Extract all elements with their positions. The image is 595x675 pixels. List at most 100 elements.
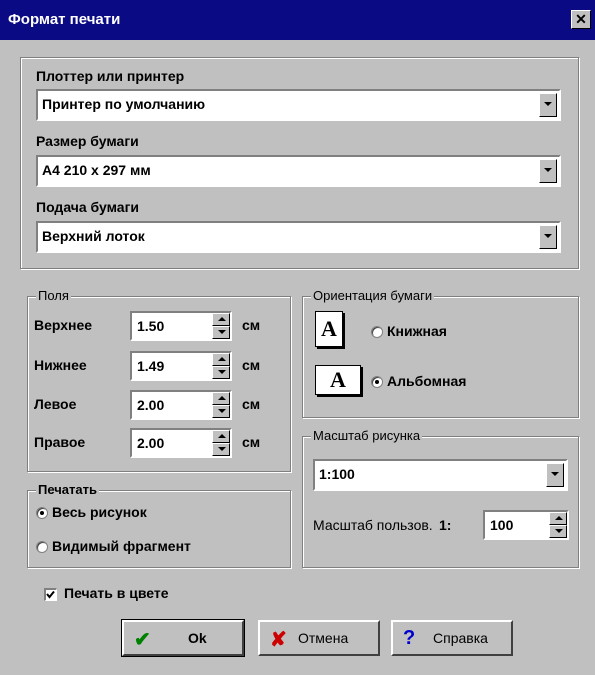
title-bar: Формат печати ✕	[0, 0, 595, 40]
margin-left-unit: см	[242, 396, 261, 412]
plotter-value: Принтер по умолчанию	[42, 96, 206, 112]
checkmark-icon	[46, 590, 55, 599]
paper-feed-label: Подача бумаги	[36, 199, 140, 215]
printer-group: Плоттер или принтер Принтер по умолчанию…	[20, 57, 579, 269]
close-button[interactable]: ✕	[571, 10, 591, 29]
margin-left-label: Левое	[34, 396, 77, 412]
dialog-body: Плоттер или принтер Принтер по умолчанию…	[0, 40, 595, 675]
spinner-buttons	[212, 430, 230, 456]
paper-feed-value: Верхний лоток	[42, 228, 145, 244]
margin-top-value: 1.50	[137, 318, 165, 334]
custom-scale-prefix: 1:	[439, 517, 452, 533]
portrait-radio[interactable]	[371, 326, 383, 338]
landscape-page-icon: A	[315, 365, 361, 395]
landscape-radio[interactable]	[371, 376, 383, 388]
arrow-up-icon	[218, 434, 226, 438]
margin-bottom-label: Нижнее	[34, 357, 87, 373]
print-format-dialog: Формат печати ✕ Плоттер или принтер Прин…	[0, 0, 595, 675]
paper-feed-dropdown-button[interactable]	[539, 225, 557, 249]
spin-up-button[interactable]	[212, 430, 230, 443]
chevron-down-icon	[544, 234, 552, 238]
spin-down-button[interactable]	[212, 405, 230, 418]
ok-button[interactable]: ✔ Ok	[121, 619, 245, 657]
cancel-button-label: Отмена	[298, 630, 349, 646]
chevron-down-icon	[544, 102, 552, 106]
spin-down-button[interactable]	[212, 443, 230, 456]
help-button[interactable]: ? Справка	[391, 620, 513, 656]
cross-icon: ✘	[270, 629, 287, 651]
landscape-label[interactable]: Альбомная	[387, 373, 466, 389]
margin-right-value: 2.00	[137, 435, 165, 451]
chevron-down-icon	[544, 168, 552, 172]
whole-drawing-radio[interactable]	[36, 507, 48, 519]
chevron-down-icon	[551, 472, 559, 476]
plotter-label: Плоттер или принтер	[36, 68, 185, 84]
ok-button-label: Ok	[188, 630, 207, 646]
margin-right-spinner[interactable]: 2.00	[130, 428, 232, 458]
scale-legend: Масштаб рисунка	[311, 428, 423, 444]
spin-up-button[interactable]	[212, 313, 230, 326]
margins-legend: Поля	[36, 288, 71, 304]
spinner-buttons	[212, 313, 230, 339]
margin-left-spinner[interactable]: 2.00	[130, 390, 232, 420]
arrow-down-icon	[218, 447, 226, 451]
paper-size-value: A4 210 x 297 мм	[42, 162, 151, 178]
margin-bottom-spinner[interactable]: 1.49	[130, 351, 232, 381]
scale-dropdown-button[interactable]	[546, 463, 564, 487]
plotter-dropdown-button[interactable]	[539, 93, 557, 117]
margin-bottom-value: 1.49	[137, 358, 165, 374]
radio-selected-dot	[375, 380, 379, 384]
portrait-page-icon: A	[315, 311, 343, 347]
margin-right-label: Правое	[34, 434, 86, 450]
margin-bottom-unit: см	[242, 357, 261, 373]
paper-feed-select[interactable]: Верхний лоток	[36, 221, 561, 253]
orientation-group: Ориентация бумаги A Книжная A Альбомная	[302, 288, 579, 418]
question-icon: ?	[403, 627, 416, 649]
scale-group: Масштаб рисунка 1:100 Масштаб пользов. 1…	[302, 428, 579, 568]
arrow-up-icon	[555, 516, 563, 520]
spinner-buttons	[212, 392, 230, 418]
arrow-down-icon	[218, 330, 226, 334]
custom-scale-label: Масштаб пользов.	[313, 517, 433, 533]
cancel-button[interactable]: ✘ Отмена	[258, 620, 380, 656]
arrow-down-icon	[218, 409, 226, 413]
spin-down-button[interactable]	[212, 366, 230, 379]
arrow-down-icon	[218, 370, 226, 374]
margin-right-unit: см	[242, 434, 261, 450]
visible-fragment-radio[interactable]	[36, 541, 48, 553]
whole-drawing-label[interactable]: Весь рисунок	[52, 504, 147, 520]
margin-top-label: Верхнее	[34, 317, 93, 333]
paper-size-select[interactable]: A4 210 x 297 мм	[36, 155, 561, 187]
arrow-up-icon	[218, 396, 226, 400]
portrait-label[interactable]: Книжная	[387, 323, 447, 339]
margins-group: Поля Верхнее 1.50 см Нижнее 1.49 см Лево…	[27, 288, 291, 472]
margin-top-unit: см	[242, 317, 261, 333]
paper-size-label: Размер бумаги	[36, 133, 139, 149]
spinner-buttons	[212, 353, 230, 379]
arrow-up-icon	[218, 357, 226, 361]
arrow-up-icon	[218, 317, 226, 321]
help-button-label: Справка	[433, 630, 488, 646]
spin-up-button[interactable]	[212, 392, 230, 405]
custom-scale-spinner[interactable]: 100	[483, 510, 569, 540]
spin-down-button[interactable]	[212, 326, 230, 339]
check-icon: ✔	[134, 629, 151, 651]
custom-scale-value: 100	[490, 517, 514, 533]
spin-up-button[interactable]	[549, 512, 567, 525]
margin-top-spinner[interactable]: 1.50	[130, 311, 232, 341]
print-area-legend: Печатать	[36, 482, 99, 498]
spinner-buttons	[549, 512, 567, 538]
color-print-checkbox[interactable]	[44, 588, 57, 601]
window-title: Формат печати	[8, 11, 121, 28]
scale-select[interactable]: 1:100	[313, 459, 568, 491]
margin-left-value: 2.00	[137, 397, 165, 413]
spin-up-button[interactable]	[212, 353, 230, 366]
paper-size-dropdown-button[interactable]	[539, 159, 557, 183]
plotter-select[interactable]: Принтер по умолчанию	[36, 89, 561, 121]
arrow-down-icon	[555, 529, 563, 533]
visible-fragment-label[interactable]: Видимый фрагмент	[52, 538, 191, 554]
scale-value: 1:100	[319, 466, 355, 482]
spin-down-button[interactable]	[549, 525, 567, 538]
color-print-label[interactable]: Печать в цвете	[64, 585, 169, 601]
radio-selected-dot	[40, 511, 44, 515]
